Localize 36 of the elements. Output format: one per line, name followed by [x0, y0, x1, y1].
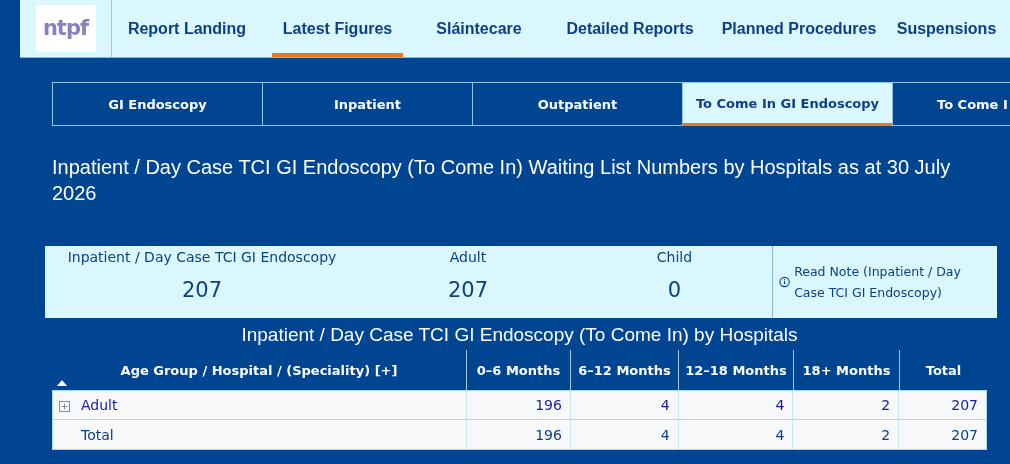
table-cell: 196	[466, 420, 570, 449]
page-title: Inpatient / Day Case TCI GI Endoscopy (To Come In) Waiting List Numbers by Hospitals as at 30 July 2026	[52, 155, 952, 206]
nav-tab[interactable]: Latest Figures	[272, 0, 403, 57]
table-cell-text: Total	[80, 425, 115, 445]
kpi-value: 0	[667, 278, 682, 302]
table-cell: 4	[677, 391, 793, 419]
nav-tab[interactable]: Planned Procedures	[715, 0, 883, 57]
table-cell: 4	[677, 420, 793, 449]
table-cell: 207	[898, 391, 986, 419]
kpi-label: Child	[656, 248, 693, 266]
report-tab[interactable]: GI Endoscopy	[52, 82, 263, 126]
nav-tab[interactable]: Sláintecare	[413, 0, 545, 57]
nav-tab[interactable]: Suspensions	[883, 0, 1010, 57]
table-cell: 196	[466, 391, 570, 419]
table-cell: 2	[792, 420, 899, 449]
table-cell: 207	[898, 420, 986, 449]
nav-tab[interactable]: Report Landing	[112, 0, 262, 57]
report-tab[interactable]: To Come In GI Endoscopy	[682, 82, 893, 126]
table-cell: 2	[792, 391, 899, 419]
column-header[interactable]: Age Group / Hospital / (Speciality) [+]	[52, 350, 466, 390]
sort-icon[interactable]	[57, 380, 67, 386]
logo: ntpf	[35, 5, 96, 52]
kpi-label: Adult	[449, 248, 487, 266]
kpi-label: Inpatient / Day Case TCI GI Endoscopy	[67, 248, 337, 266]
kpi-value: 207	[181, 278, 223, 302]
table-cell: 4	[569, 420, 678, 449]
expand-icon[interactable]	[59, 401, 70, 412]
report-tab[interactable]: Inpatient	[262, 82, 473, 126]
nav-tab[interactable]: Detailed Reports	[545, 0, 715, 57]
report-tab[interactable]: To Come I	[892, 82, 1010, 126]
table-cell: 4	[569, 391, 678, 419]
kpi-value: 207	[447, 278, 489, 302]
report-tab[interactable]: Outpatient	[472, 82, 683, 126]
read-note-link[interactable]: Read Note (Inpatient / Day Case TCI GI Endoscopy)	[794, 261, 991, 303]
table-title: Inpatient / Day Case TCI GI Endoscopy (To Come In) by Hospitals	[240, 324, 799, 346]
table-cell: Adult	[53, 391, 467, 419]
